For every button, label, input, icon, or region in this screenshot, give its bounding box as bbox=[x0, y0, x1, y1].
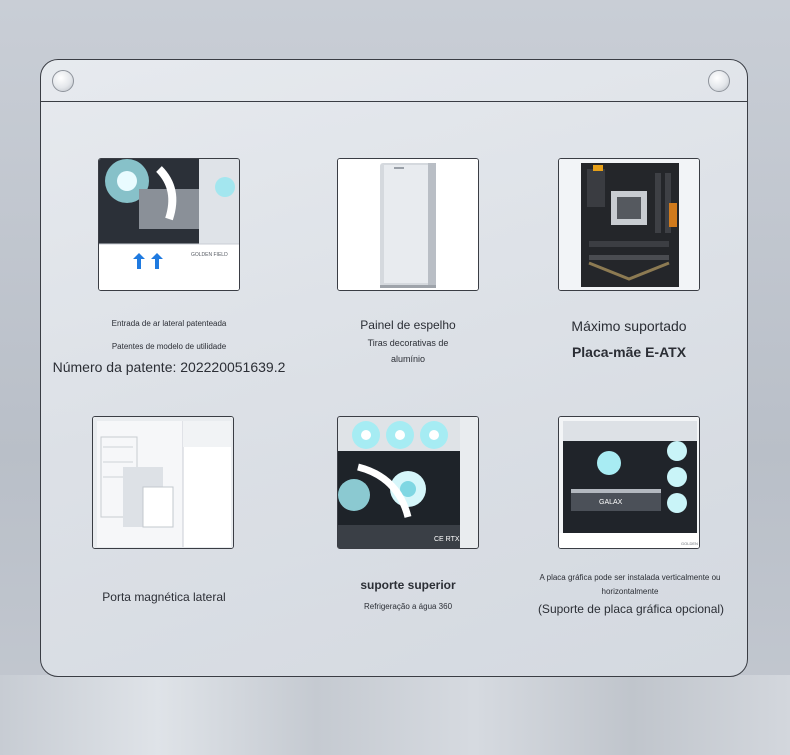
caption-1-line-3: Número da patente: 202220051639.2 bbox=[52, 359, 286, 375]
caption-3-line-2: Placa-mãe E-ATX bbox=[571, 344, 687, 360]
mirror-panel-image bbox=[337, 158, 479, 291]
panel-top-divider bbox=[41, 101, 747, 102]
top-radiator-image: CE RTX bbox=[337, 416, 479, 549]
graphics-card-image: GALAX GOLDEN bbox=[558, 416, 700, 549]
side-air-intake-image: GOLDEN FIELD bbox=[98, 158, 240, 291]
thumb-case-brand: GOLDEN bbox=[681, 541, 698, 546]
thumb-gpu-text: CE RTX bbox=[434, 536, 460, 543]
screw-icon bbox=[708, 70, 730, 92]
motherboard-image bbox=[558, 158, 700, 291]
caption-6-line-3: (Suporte de placa gráfica opcional) bbox=[537, 602, 725, 616]
caption-5-line-1: suporte superior bbox=[360, 578, 456, 592]
caption-5-line-2: Refrigeração a água 360 bbox=[363, 602, 453, 611]
caption-4-line-1: Porta magnética lateral bbox=[102, 590, 226, 604]
caption-2-line-2: Tiras decorativas de bbox=[367, 338, 449, 348]
thumb-gpu-brand: GALAX bbox=[599, 499, 623, 506]
screw-icon bbox=[52, 70, 74, 92]
caption-2-line-1: Painel de espelho bbox=[360, 318, 456, 332]
caption-3-line-1: Máximo suportado bbox=[571, 318, 687, 334]
thumb-brand-text: GOLDEN FIELD bbox=[191, 252, 228, 258]
magnetic-door-image bbox=[92, 416, 234, 549]
caption-1-line-2: Patentes de modelo de utilidade bbox=[111, 342, 227, 351]
caption-2-line-3: alumínio bbox=[390, 354, 426, 364]
caption-6-line-1: A placa gráfica pode ser instalada verti… bbox=[539, 573, 721, 582]
background-floor bbox=[0, 675, 790, 755]
caption-6-line-2: horizontalmente bbox=[601, 587, 659, 596]
caption-1-line-1: Entrada de ar lateral patenteada bbox=[111, 319, 227, 328]
